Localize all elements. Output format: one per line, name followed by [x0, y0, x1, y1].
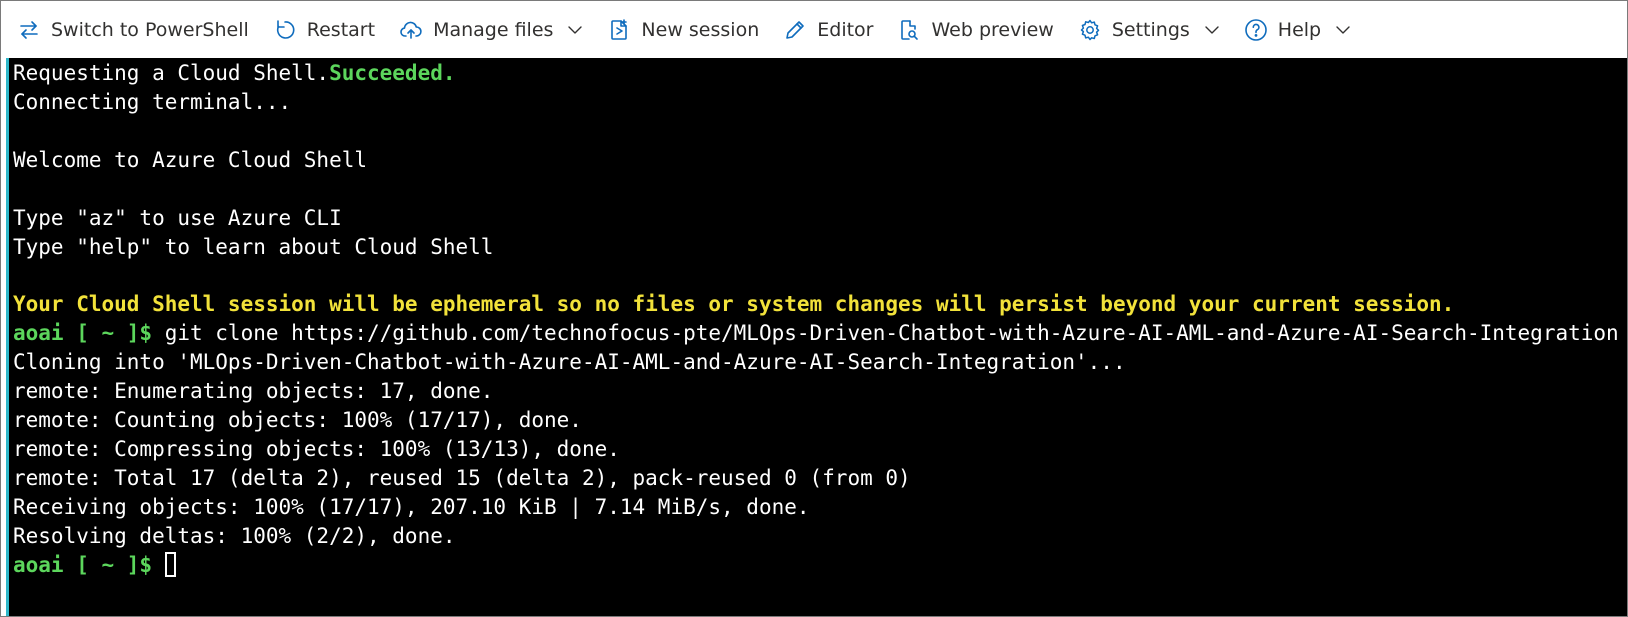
terminal-pane[interactable]: Requesting a Cloud Shell.Succeeded. Conn…: [6, 58, 1625, 616]
switch-to-powershell-label: Switch to PowerShell: [51, 18, 249, 41]
help-icon: [1244, 18, 1267, 41]
chevron-down-icon: [1205, 25, 1219, 34]
terminal-line: remote: Compressing objects: 100% (13/13…: [13, 437, 620, 461]
gear-icon: [1080, 19, 1100, 40]
ephemeral-warning: Your Cloud Shell session will be ephemer…: [13, 292, 1455, 316]
restart-button[interactable]: Restart: [273, 1, 375, 58]
terminal-line: Receiving objects: 100% (17/17), 207.10 …: [13, 495, 810, 519]
pencil-icon: [786, 20, 805, 39]
success-status: Succeeded.: [329, 61, 456, 85]
terminal-scrollbar[interactable]: [1621, 58, 1627, 616]
command-text: git clone https://github.com/technofocus…: [152, 321, 1625, 345]
cloud-upload-icon: [400, 21, 422, 39]
terminal-text: Requesting a Cloud Shell.: [13, 61, 330, 85]
restart-label: Restart: [306, 18, 376, 41]
new-session-button[interactable]: New session: [607, 1, 759, 58]
web-preview-icon: [901, 19, 919, 40]
switch-arrows-icon: [20, 20, 38, 39]
manage-files-label: Manage files: [433, 18, 554, 41]
restart-icon: [276, 19, 295, 39]
terminal-line: Requesting a Cloud Shell.Succeeded.: [13, 58, 456, 88]
terminal-line: remote: Counting objects: 100% (17/17), …: [13, 408, 582, 432]
terminal-cursor: [164, 552, 176, 577]
terminal-line: Type "az" to use Azure CLI: [13, 206, 342, 230]
terminal-line: Welcome to Azure Cloud Shell: [13, 148, 368, 172]
terminal-line: Connecting terminal...: [13, 90, 292, 114]
terminal-line: Cloning into 'MLOps-Driven-Chatbot-with-…: [13, 350, 1126, 374]
editor-label: Editor: [817, 18, 874, 41]
new-session-label: New session: [641, 18, 760, 41]
terminal-line: remote: Total 17 (delta 2), reused 15 (d…: [13, 466, 911, 490]
help-label: Help: [1277, 18, 1322, 41]
cloud-shell-window: Switch to PowerShell Restart Manage file…: [0, 0, 1628, 617]
chevron-down-icon: [1336, 25, 1350, 34]
manage-files-menu[interactable]: Manage files: [399, 1, 583, 58]
new-session-icon: [611, 18, 628, 40]
shell-prompt: aoai [ ~ ]$: [13, 321, 153, 345]
settings-menu[interactable]: Settings: [1078, 1, 1220, 58]
terminal-line: Type "help" to learn about Cloud Shell: [13, 235, 494, 259]
terminal-line: aoai [ ~ ]$: [13, 550, 176, 580]
shell-prompt: aoai [ ~ ]$: [13, 553, 153, 577]
help-menu[interactable]: Help: [1244, 1, 1351, 58]
switch-to-powershell-button[interactable]: Switch to PowerShell: [17, 1, 249, 58]
web-preview-button[interactable]: Web preview: [897, 1, 1054, 58]
terminal-line: Resolving deltas: 100% (2/2), done.: [13, 524, 456, 548]
chevron-down-icon: [568, 25, 583, 34]
editor-button[interactable]: Editor: [783, 1, 873, 58]
web-preview-label: Web preview: [931, 18, 1054, 41]
settings-label: Settings: [1111, 18, 1190, 41]
terminal-line: aoai [ ~ ]$ git clone https://github.com…: [13, 318, 1625, 348]
terminal-line: remote: Enumerating objects: 17, done.: [13, 379, 494, 403]
toolbar: Switch to PowerShell Restart Manage file…: [1, 1, 1627, 58]
